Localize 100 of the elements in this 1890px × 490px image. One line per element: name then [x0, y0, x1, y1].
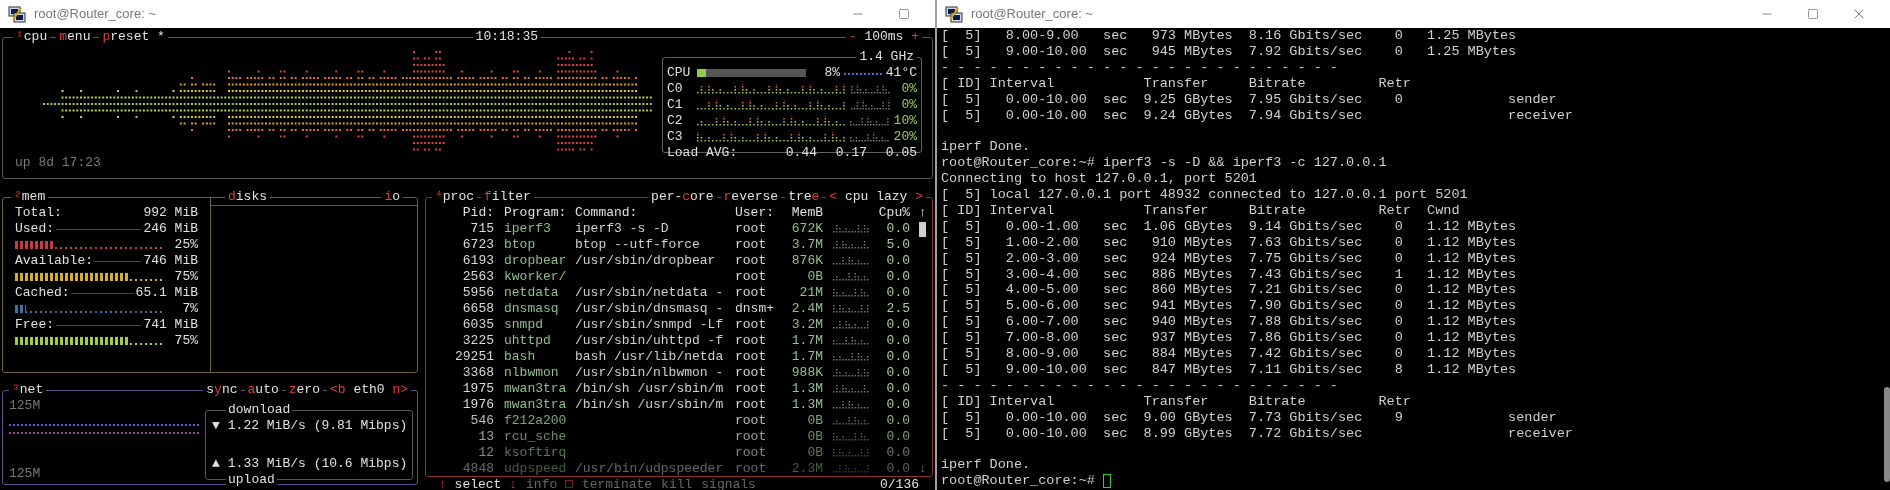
- memory-percent: 75%: [174, 333, 198, 349]
- pid-cell-text: 3225: [461, 333, 494, 349]
- pid-cell-text: 546: [469, 413, 494, 429]
- menu-tab[interactable]: preset *: [99, 29, 168, 45]
- process-count: 0/136: [877, 477, 922, 490]
- cpu-cell-text: 2.5: [885, 301, 910, 317]
- program-cell-text: ksoftirq: [504, 445, 568, 461]
- cpu-cell-text: 0.0: [885, 429, 910, 445]
- program-cell-text: udpspeed: [504, 461, 568, 477]
- user-cell-text: root: [735, 381, 768, 397]
- command-cell-text: iperf3 -s -D: [575, 221, 670, 237]
- memory-value: 741 MiB: [143, 317, 198, 333]
- uptime: up 8d 17:23: [15, 155, 102, 171]
- pid-cell-text: 29251: [454, 349, 494, 365]
- cpu-cell-text: 0.0: [885, 333, 910, 349]
- pid-cell-text: 715: [469, 221, 494, 237]
- pid-cell-text: 6723: [461, 237, 494, 253]
- terminal-line: iperf Done.: [941, 139, 1032, 156]
- process-cpu-graph: [833, 305, 870, 313]
- down-arrow: ▼: [212, 418, 220, 434]
- terminal-app-icon: [8, 5, 26, 23]
- column-header[interactable]: Cpu%: [870, 205, 910, 221]
- program-cell-text: nlbwmon: [504, 365, 560, 381]
- memory-value: 992 MiB: [143, 205, 198, 221]
- column-header[interactable]: User:: [735, 205, 783, 221]
- process-action[interactable]: info □: [523, 477, 576, 490]
- up-arrow: ▲: [212, 456, 220, 472]
- cpu-cell-text: 0.0: [885, 285, 910, 301]
- process-cpu-graph: [833, 353, 870, 361]
- program-cell-text: snmpd: [504, 317, 544, 333]
- core-percent: 0%: [901, 97, 917, 113]
- pid-cell-text: 4848: [461, 461, 494, 477]
- command-cell-text: /usr/sbin/uhttpd -f: [575, 333, 725, 349]
- load-value: 0.05: [884, 145, 917, 161]
- user-cell-text: root: [735, 397, 768, 413]
- pid-cell-text: 1975: [461, 381, 494, 397]
- user-cell-text: root: [735, 413, 768, 429]
- pid-cell-text: 13: [477, 429, 494, 445]
- user-cell-text: root: [735, 253, 768, 269]
- process-tab[interactable]: ⁴ proc: [432, 189, 478, 205]
- memory-cell-text: 2.4M: [790, 301, 823, 317]
- column-header[interactable]: Command:: [575, 205, 735, 221]
- cpu-label: CPU: [667, 65, 692, 81]
- process-cpu-graph: [833, 449, 870, 457]
- memory-label: Total:: [15, 205, 62, 221]
- process-cpu-graph: [833, 289, 870, 297]
- temperature-graph: [851, 84, 891, 94]
- scrollbar-thumb[interactable]: [1884, 387, 1890, 482]
- memory-value: 65.1 MiB: [135, 285, 198, 301]
- cpu-temperature: 41°C: [885, 65, 917, 81]
- command-cell-text: /usr/sbin/dropbear: [575, 253, 717, 269]
- window-title: root@Router_core: ~: [34, 5, 156, 24]
- pid-cell-text: 6193: [461, 253, 494, 269]
- memory-cell-text: 21M: [798, 285, 823, 301]
- pid-cell-text: 1976: [461, 397, 494, 413]
- user-cell-text: root: [735, 269, 768, 285]
- user-cell-text: root: [735, 461, 768, 477]
- cpu-cell-text: 0.0: [885, 365, 910, 381]
- maximize-icon: [898, 8, 910, 20]
- pid-cell-text: 12: [477, 445, 494, 461]
- program-cell-text: uhttpd: [504, 333, 552, 349]
- temperature-graph: [851, 100, 891, 110]
- command-cell-text: /usr/sbin/netdata -: [575, 285, 725, 301]
- cpu-cell-text: 0.0: [885, 397, 910, 413]
- process-cpu-graph: [833, 241, 870, 249]
- column-header[interactable]: Pid:: [446, 205, 494, 221]
- core-percent: 0%: [901, 81, 917, 97]
- terminal-line: [ 5] 9.00-10.00 sec 945 MBytes 7.92 Gbits/sec 0 1.25 MBytes: [941, 43, 1518, 60]
- memory-cell-text: 1.3M: [790, 397, 823, 413]
- memory-cell-text: 988K: [790, 365, 823, 381]
- cpu-cell-text: 5.0: [885, 237, 910, 253]
- menu-tab[interactable]: ¹cpu: [13, 29, 51, 45]
- terminal-line: [ 5] 0.00-10.00 sec 9.25 GBytes 7.95 Gbits/sec 0 sender: [941, 91, 1558, 108]
- command-cell-text: /usr/sbin/snmpd -Lf: [575, 317, 725, 333]
- memory-percent: 25%: [174, 237, 198, 253]
- memory-cell-text: 1.7M: [790, 349, 823, 365]
- core-label: C0: [667, 81, 684, 97]
- terminal-line: [ 5] 0.00-10.00 sec 9.24 GBytes 7.94 Gbits/sec receiver: [941, 107, 1574, 124]
- process-cpu-graph: [833, 321, 870, 329]
- core-label: C2: [667, 113, 684, 129]
- terminal-line: Connecting to host 127.0.0.1, port 5201: [941, 171, 1258, 188]
- terminal-line: [ 5] 7.00-8.00 sec 937 MBytes 7.86 Gbits/sec 0 1.12 MBytes: [941, 330, 1518, 347]
- terminal-line: [ 5] 3.00-4.00 sec 886 MBytes 7.43 Gbits/sec 1 1.12 MBytes: [941, 266, 1518, 283]
- memory-cell-text: 2.3M: [790, 461, 823, 477]
- terminal-line: [ 5] local 127.0.0.1 port 48932 connected to 127.0.0.1 port 5201: [941, 187, 1469, 203]
- command-cell-text: /usr/sbin/dnsmasq -: [575, 301, 725, 317]
- process-control[interactable]: < cpu lazy >: [826, 189, 926, 205]
- terminal-line: [ ID] Interval Transfer Bitrate Retr Cwnd: [941, 202, 1461, 219]
- process-cpu-graph: [833, 417, 870, 425]
- graph-scale: 125M: [9, 466, 42, 482]
- column-header[interactable]: MemB: [783, 205, 823, 221]
- scroll-up-arrow[interactable]: ↑: [919, 205, 927, 221]
- scroll-down-arrow[interactable]: ↓: [919, 461, 927, 477]
- core-percent: 20%: [893, 129, 917, 145]
- scrollbar-thumb[interactable]: [919, 221, 926, 237]
- load-value: 0.17: [834, 145, 867, 161]
- program-cell-text: dropbear: [504, 253, 568, 269]
- program-cell-text: kworker/: [504, 269, 568, 285]
- column-header[interactable]: Program:: [504, 205, 575, 221]
- terminal-line: [ 5] 8.00-9.00 sec 884 MBytes 7.42 Gbits/sec 0 1.12 MBytes: [941, 346, 1518, 362]
